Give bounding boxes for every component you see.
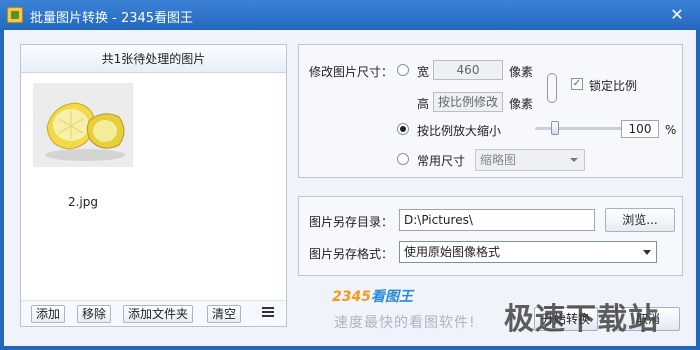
scale-unit: % [665,123,677,137]
title-bar[interactable]: 批量图片转换 - 2345看图王 ✕ [0,0,700,30]
image-list-toolbar: 添加 移除 添加文件夹 清空 [21,300,286,326]
chain-link-icon [547,73,557,103]
brand-logo: 2345看图王 [332,286,413,306]
save-format-select[interactable]: 使用原始图像格式 [399,241,657,263]
brand-logo-number: 2345 [332,289,371,305]
common-size-radio[interactable] [397,153,409,165]
width-radio[interactable] [397,64,409,76]
common-size-label: 常用尺寸 [417,154,466,168]
scale-slider-handle[interactable] [551,121,559,135]
scale-percent-input[interactable]: 100 [621,120,659,138]
scale-slider-track[interactable] [535,127,625,130]
resize-options-panel: 修改图片尺寸： 宽 460 像素 高 按比例修改 像素 ✓ 锁定比例 按比例放大… [298,44,683,178]
add-folder-button[interactable]: 添加文件夹 [123,305,194,323]
width-label: 宽 [417,65,430,79]
chevron-down-icon [570,158,578,162]
image-thumbnail[interactable] [33,83,133,167]
browse-button[interactable]: 浏览... [605,208,675,232]
remove-button[interactable]: 移除 [77,305,112,323]
clear-button[interactable]: 清空 [207,305,242,323]
brand-slogan: 速度最快的看图软件! [334,315,476,331]
image-list-panel: 共1张待处理的图片 2.jpg 添加 移除 添加文件夹 清空 [20,44,287,327]
width-unit: 像素 [509,65,534,79]
lock-ratio-checkbox[interactable]: ✓ [571,78,583,90]
image-count-header: 共1张待处理的图片 [21,45,286,73]
dialog-body: 共1张待处理的图片 2.jpg 添加 移除 添加文件夹 清空 修改图片尺寸： 宽… [4,30,696,346]
save-options-panel: 图片另存目录： D:\Pictures\ 浏览... 图片另存格式： 使用原始图… [298,196,683,276]
resize-label: 修改图片尺寸： [309,65,394,79]
save-format-value: 使用原始图像格式 [404,245,501,259]
scale-radio[interactable] [397,123,409,135]
window-close-button[interactable]: ✕ [666,5,688,25]
height-label: 高 [417,97,430,111]
lock-ratio-label: 锁定比例 [589,79,638,93]
height-unit: 像素 [509,97,534,111]
list-view-icon[interactable] [262,307,274,319]
site-watermark: 极速下载站 [504,302,659,337]
lemon-image [33,83,133,167]
width-input[interactable]: 460 [433,60,503,80]
app-icon [7,7,23,23]
add-button[interactable]: 添加 [31,305,66,323]
chevron-down-icon [643,250,651,255]
thumbnail-filename: 2.jpg [67,195,99,209]
save-dir-input[interactable]: D:\Pictures\ [399,209,595,231]
save-dir-label: 图片另存目录： [309,215,394,229]
batch-convert-window: 批量图片转换 - 2345看图王 ✕ 共1张待处理的图片 2.jpg 添加 移除… [0,0,700,350]
window-title: 批量图片转换 - 2345看图王 [30,11,194,26]
common-size-value: 缩略图 [480,153,517,167]
common-size-select[interactable]: 缩略图 [475,149,585,171]
scale-label: 按比例放大缩小 [417,124,502,138]
height-input[interactable]: 按比例修改 [433,92,503,112]
brand-logo-name: 看图王 [370,289,413,305]
save-format-label: 图片另存格式： [309,247,394,261]
